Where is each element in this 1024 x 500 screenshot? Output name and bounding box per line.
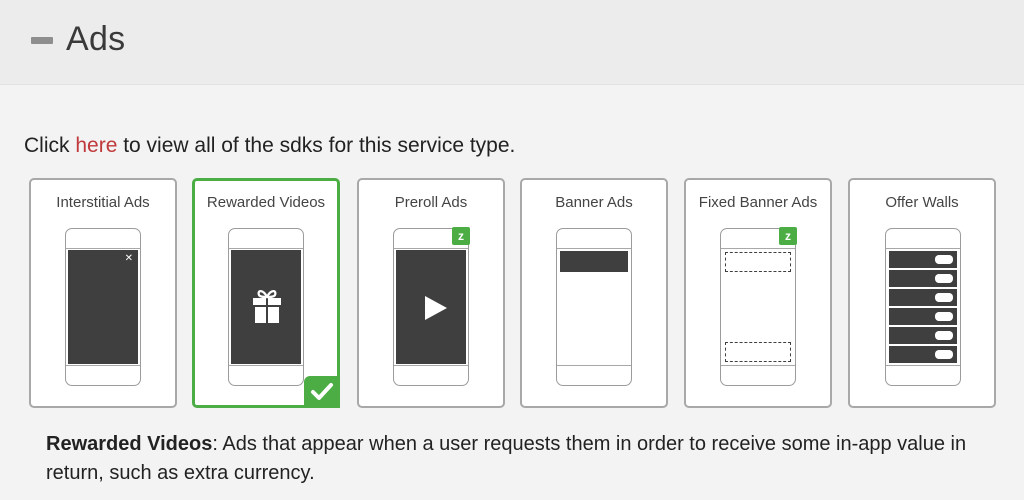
card-preroll-ads[interactable]: Preroll Ads z (357, 178, 505, 408)
fixed-banner-bottom (725, 342, 791, 362)
checkmark-icon (311, 383, 333, 400)
card-label: Preroll Ads (394, 194, 468, 211)
gift-icon (253, 290, 281, 323)
offer-row (889, 289, 957, 306)
card-label: Rewarded Videos (206, 194, 326, 211)
description-term: Rewarded Videos (46, 433, 213, 455)
card-label: Interstitial Ads (56, 194, 150, 211)
fixed-banner-top (725, 252, 791, 272)
card-rewarded-videos[interactable]: Rewarded Videos (192, 178, 340, 408)
intro-suffix: to view all of the sdks for this service… (117, 134, 516, 157)
card-label: Banner Ads (555, 194, 633, 211)
intro-prefix: Click (24, 134, 76, 157)
section-title: Ads (66, 20, 126, 58)
intro-text: Click here to view all of the sdks for t… (24, 134, 515, 158)
card-label: Fixed Banner Ads (698, 194, 818, 211)
card-interstitial-ads[interactable]: Interstitial Ads ✕ (29, 178, 177, 408)
z-badge-icon: z (779, 227, 797, 245)
ad-type-description: Rewarded Videos: Ads that appear when a … (46, 430, 986, 488)
sdks-link[interactable]: here (75, 134, 117, 157)
card-label: Offer Walls (885, 194, 959, 211)
phone-illustration: z (393, 227, 470, 386)
offer-row (889, 327, 957, 344)
phone-illustration (885, 228, 961, 386)
phone-illustration (228, 228, 304, 386)
ad-screen: ✕ (68, 250, 138, 364)
offer-row (889, 270, 957, 287)
play-icon (425, 296, 447, 320)
offer-row (889, 346, 957, 363)
z-badge-icon: z (452, 227, 470, 245)
phone-illustration: ✕ (65, 228, 141, 386)
phone-illustration (556, 228, 632, 386)
section-header: Ads (0, 0, 1024, 85)
offer-row (889, 251, 957, 268)
card-banner-ads[interactable]: Banner Ads (520, 178, 668, 408)
offer-row (889, 308, 957, 325)
phone-illustration: z (720, 227, 797, 386)
ad-screen (396, 250, 466, 364)
ad-screen (231, 250, 301, 364)
selected-badge (304, 376, 340, 408)
card-offer-walls[interactable]: Offer Walls (848, 178, 996, 408)
banner-ad (560, 251, 628, 272)
card-fixed-banner-ads[interactable]: Fixed Banner Ads z (684, 178, 832, 408)
collapse-icon[interactable] (31, 37, 53, 44)
close-icon: ✕ (124, 253, 133, 264)
